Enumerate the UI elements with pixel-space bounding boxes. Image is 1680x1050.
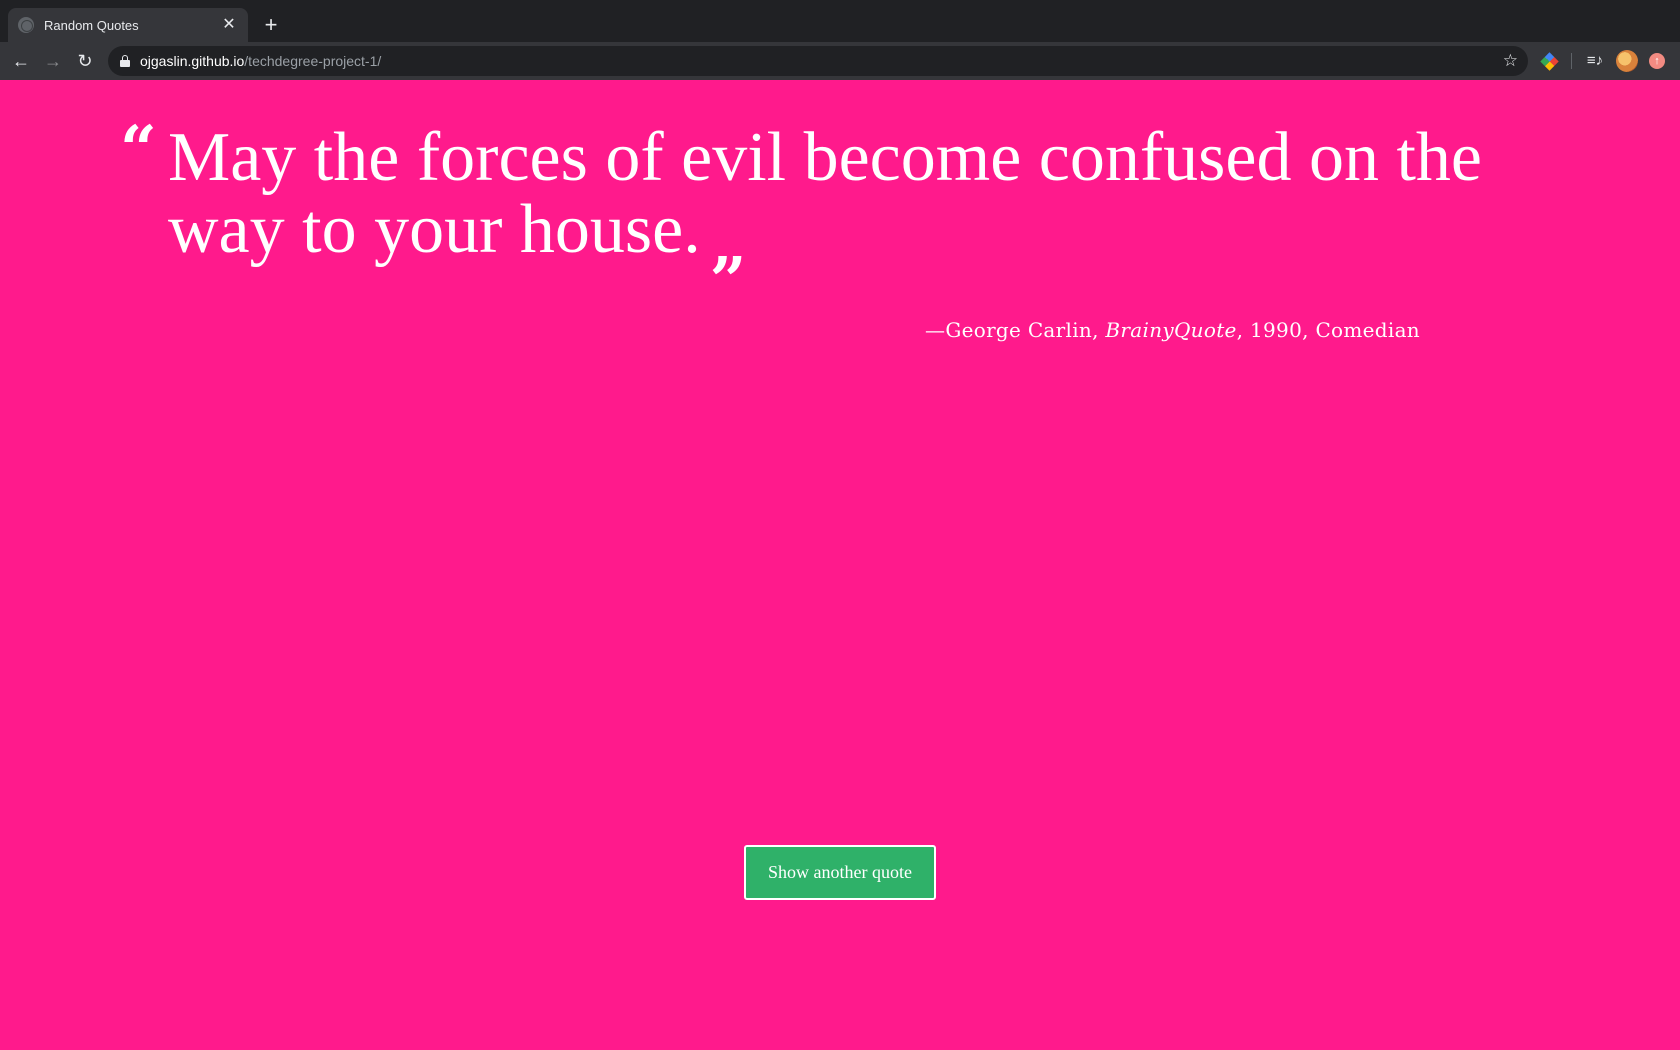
quote-year: 1990	[1250, 318, 1303, 342]
globe-icon	[18, 17, 34, 33]
forward-arrow-icon[interactable]: →	[40, 48, 66, 74]
close-quote-mark: „	[710, 207, 748, 282]
url-host: ojgaslin.github.io	[140, 53, 245, 69]
quote-citation: BrainyQuote	[1105, 318, 1237, 342]
quote-text: May the forces of evil become confused o…	[168, 119, 1508, 277]
tab-title: Random Quotes	[44, 17, 139, 33]
open-quote-mark: “	[120, 112, 157, 187]
update-icon[interactable]: ↑	[1649, 53, 1665, 69]
browser-chrome: Random Quotes ✕ + ← → ↻ ojgaslin.github.…	[0, 0, 1680, 80]
toolbar-divider	[1571, 53, 1572, 69]
new-tab-button[interactable]: +	[258, 12, 284, 38]
close-tab-icon[interactable]: ✕	[220, 16, 238, 34]
quote-body: May the forces of evil become confused o…	[168, 119, 1482, 268]
tab-strip: Random Quotes ✕ +	[0, 0, 1680, 42]
back-arrow-icon[interactable]: ←	[8, 48, 34, 74]
source-dash: —	[925, 318, 946, 342]
profile-avatar[interactable]	[1616, 50, 1638, 72]
tab-random-quotes[interactable]: Random Quotes ✕	[8, 8, 248, 42]
page-content: “ May the forces of evil become confused…	[0, 80, 1680, 1050]
address-bar[interactable]: ojgaslin.github.io/techdegree-project-1/…	[108, 46, 1528, 76]
show-another-quote-button[interactable]: Show another quote	[744, 845, 936, 900]
color-extension-icon[interactable]	[1540, 52, 1559, 71]
media-control-icon[interactable]: ≡♪	[1584, 48, 1606, 74]
quote-tag: Comedian	[1315, 318, 1420, 342]
quote-author: George Carlin	[945, 318, 1093, 342]
star-icon[interactable]: ☆	[1503, 49, 1518, 73]
reload-icon[interactable]: ↻	[72, 48, 98, 74]
url-path: /techdegree-project-1/	[244, 53, 382, 69]
browser-toolbar: ← → ↻ ojgaslin.github.io/techdegree-proj…	[0, 42, 1680, 80]
quote-source: —George Carlin, BrainyQuote, 1990, Comed…	[925, 318, 1420, 342]
lock-icon[interactable]	[120, 55, 130, 67]
